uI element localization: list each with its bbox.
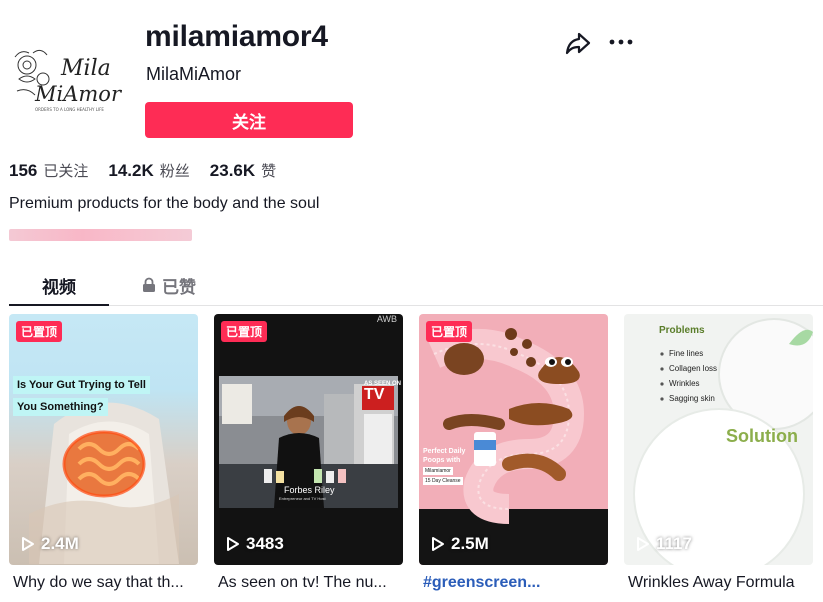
overlay-product-2: 15 Day Cleanse — [423, 477, 463, 485]
view-count-value: 3483 — [246, 534, 284, 553]
video-thumbnail[interactable]: 已置顶 AWB AS SEEN ON TV Forbes Riley Entre… — [214, 314, 403, 565]
stat-following-count: 156 — [9, 161, 38, 180]
play-icon — [432, 537, 444, 551]
avatar-tagline: ORDERS TO A LONG HEALTHY LIFE — [35, 107, 104, 112]
profile-tabs: 视频 已赞 — [9, 265, 823, 306]
video-caption[interactable]: As seen on tv! The nu... — [214, 574, 399, 592]
more-dots-icon — [609, 39, 633, 45]
thumbnail-art — [29, 402, 179, 564]
thumbnail-art — [419, 328, 608, 565]
video-caption[interactable]: #greenscreen... — [419, 574, 604, 592]
pinned-badge: 已置顶 — [16, 321, 63, 342]
tab-videos-label: 视频 — [42, 277, 76, 298]
stat-likes-label: 赞 — [261, 162, 277, 180]
overlay-solution: Solution — [726, 426, 798, 446]
profile-link-redacted[interactable] — [9, 229, 192, 241]
play-icon — [227, 537, 239, 551]
tab-liked[interactable]: 已赞 — [142, 265, 196, 305]
thumbnail-art — [219, 376, 398, 508]
follow-button[interactable]: 关注 — [145, 102, 353, 138]
overlay-item: Wrinkles — [669, 379, 700, 388]
video-caption[interactable]: Wrinkles Away Formula — [624, 574, 809, 592]
stat-likes: 23.6K 赞 — [210, 160, 276, 181]
overlay-name: Forbes Riley — [284, 485, 335, 495]
view-count: 2.5M — [431, 534, 489, 554]
overlay-product: Milamiamor — [423, 467, 453, 475]
stat-followers-label: 粉丝 — [159, 162, 190, 180]
pinned-badge: 已置顶 — [426, 321, 473, 342]
stat-following[interactable]: 156 已关注 — [9, 160, 88, 181]
view-count-value: 1117 — [656, 534, 692, 553]
profile-stats: 156 已关注 14.2K 粉丝 23.6K 赞 — [9, 160, 296, 181]
view-count-value: 2.4M — [41, 534, 79, 553]
video-card[interactable]: Problems Fine lines Collagen loss Wrinkl… — [624, 314, 813, 592]
overlay-corner: AWB — [376, 314, 397, 324]
pinned-badge: 已置顶 — [221, 321, 268, 342]
nickname: MilaMiAmor — [146, 64, 242, 84]
avatar-text-2: MiAmor — [34, 82, 122, 106]
more-button[interactable] — [607, 30, 635, 54]
lock-icon — [143, 277, 155, 292]
profile-bio: Premium products for the body and the so… — [9, 195, 320, 212]
overlay-role: Entrepreneur and TV Host — [279, 496, 326, 501]
stat-following-label: 已关注 — [43, 162, 89, 180]
stat-followers[interactable]: 14.2K 粉丝 — [108, 160, 189, 181]
video-card[interactable]: 已置顶 Is Your Gut Trying to Tell You Somet… — [9, 314, 198, 592]
video-thumbnail[interactable]: 已置顶 Perfect Daily Poops with Milamiamor … — [419, 314, 608, 565]
view-count: 1117 — [636, 534, 692, 554]
view-count-value: 2.5M — [451, 534, 489, 553]
video-card[interactable]: 已置顶 AWB AS SEEN ON TV Forbes Riley Entre… — [214, 314, 403, 592]
overlay-item: Sagging skin — [669, 394, 715, 403]
share-button[interactable] — [564, 29, 592, 57]
overlay-item: Fine lines — [669, 349, 704, 358]
play-icon — [22, 537, 34, 551]
view-count: 3483 — [226, 534, 284, 554]
avatar-text-1: Mila — [60, 56, 111, 81]
share-arrow-icon — [565, 32, 591, 55]
overlay-title: Problems — [659, 325, 705, 336]
video-thumbnail[interactable]: Problems Fine lines Collagen loss Wrinkl… — [624, 314, 813, 565]
video-card[interactable]: 已置顶 Perfect Daily Poops with Milamiamor … — [419, 314, 608, 592]
overlay-text-1: Is Your Gut Trying to Tell — [13, 376, 150, 394]
overlay-text-1: Perfect Daily — [423, 448, 466, 455]
stat-likes-count: 23.6K — [209, 161, 256, 180]
tab-videos[interactable]: 视频 — [9, 265, 109, 306]
overlay-tv-2: TV — [364, 386, 385, 403]
profile-avatar[interactable]: Mila MiAmor ORDERS TO A LONG HEALTHY LIF… — [9, 35, 123, 120]
overlay-text-2: Poops with — [423, 457, 461, 464]
overlay-item: Collagen loss — [669, 364, 718, 373]
tab-liked-label: 已赞 — [162, 277, 196, 298]
view-count: 2.4M — [21, 534, 79, 554]
username: milamiamor4 — [145, 20, 328, 53]
video-caption[interactable]: Why do we say that th... — [9, 574, 194, 592]
video-thumbnail[interactable]: 已置顶 Is Your Gut Trying to Tell You Somet… — [9, 314, 198, 565]
overlay-text-2: You Something? — [13, 398, 108, 416]
play-icon — [637, 537, 649, 551]
stat-followers-count: 14.2K — [108, 161, 154, 180]
